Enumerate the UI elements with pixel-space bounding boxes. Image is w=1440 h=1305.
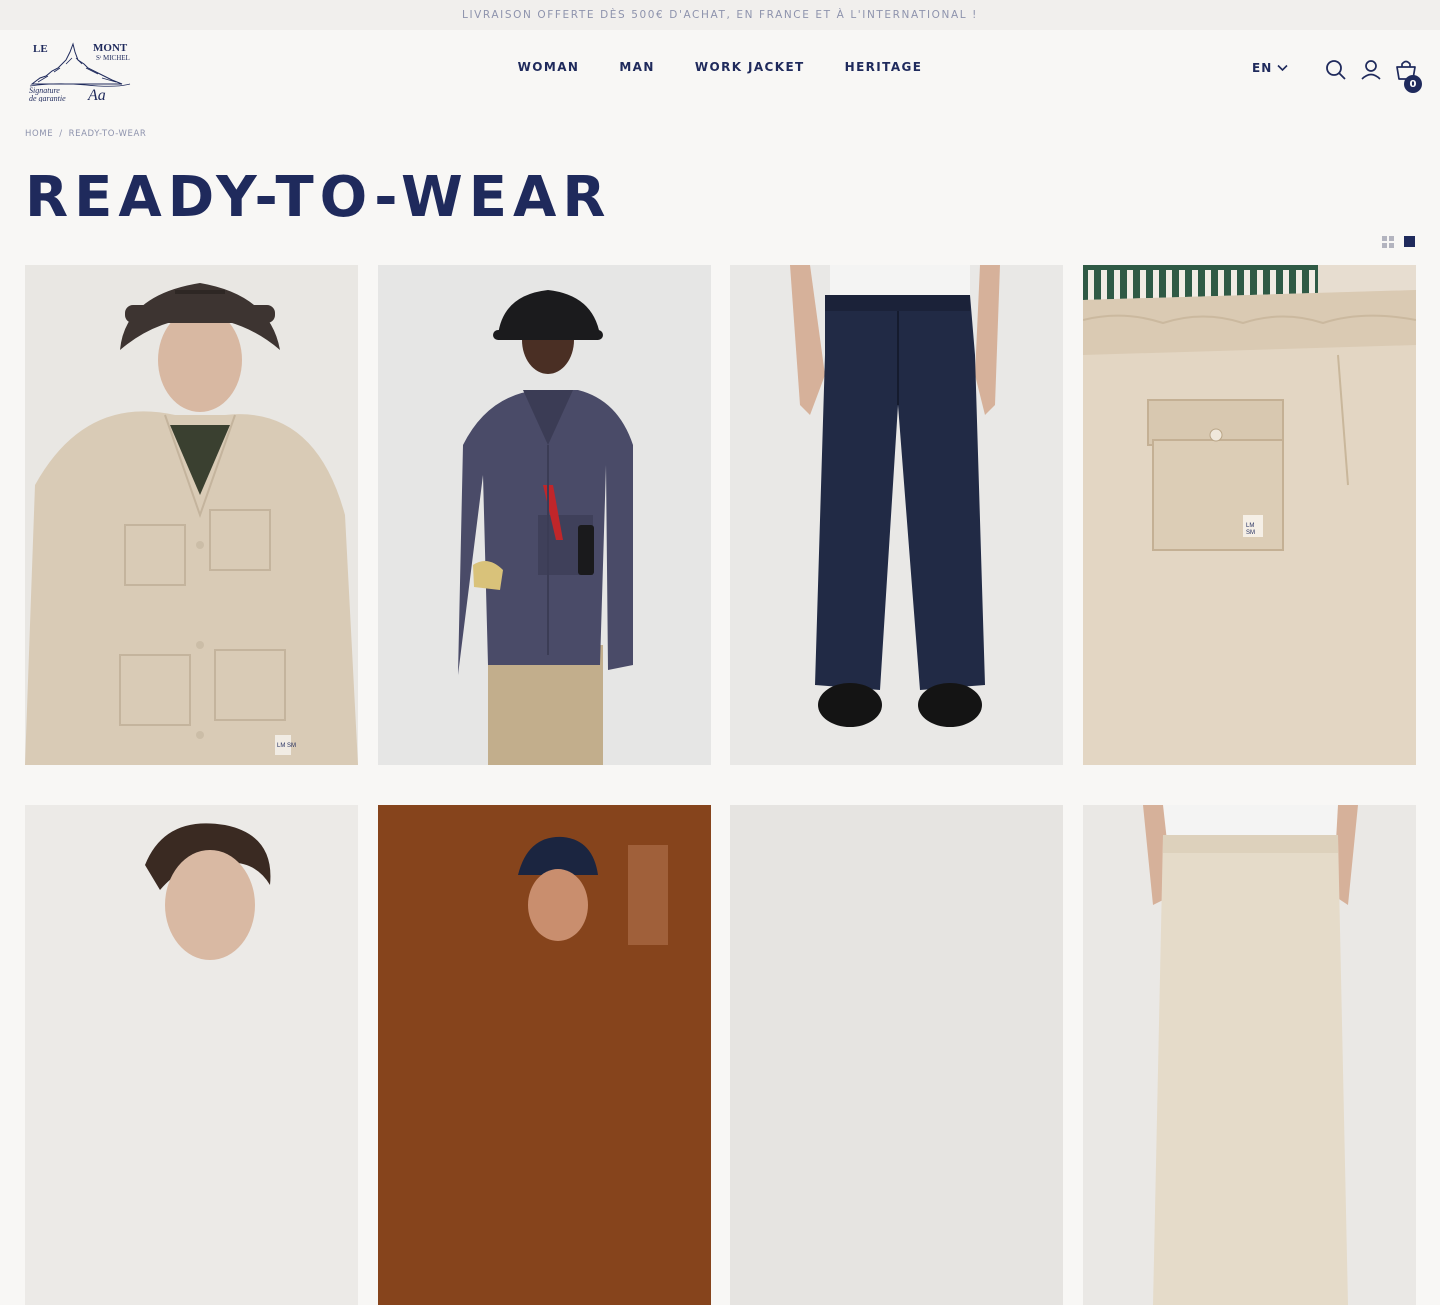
breadcrumb: HOME / READY-TO-WEAR (25, 129, 146, 139)
breadcrumb-separator: / (59, 129, 63, 139)
site-header: LE MONT Sᵗ MICHEL Signature de garantie … (0, 30, 1440, 110)
language-label: EN (1252, 61, 1273, 75)
grid-small-icon (1382, 236, 1394, 248)
svg-text:de garantie: de garantie (29, 94, 66, 102)
breadcrumb-home[interactable]: HOME (25, 129, 53, 139)
cart-count-badge: 0 (1404, 75, 1422, 93)
product-image (730, 805, 1063, 1305)
product-image: LM SM (1082, 265, 1416, 765)
grid-small-view-button[interactable] (1382, 233, 1394, 248)
product-card[interactable]: LM SM (25, 265, 358, 765)
chevron-down-icon (1277, 64, 1288, 72)
account-button[interactable] (1359, 58, 1383, 82)
product-card[interactable]: LM SM (1082, 265, 1416, 765)
product-image (25, 805, 358, 1305)
page-title: READY-TO-WEAR (25, 165, 612, 230)
product-image (377, 805, 711, 1305)
product-card[interactable] (1082, 805, 1416, 1305)
patch-label: LM SM (277, 743, 296, 749)
nav-item-work-jacket[interactable]: WORK JACKET (695, 60, 805, 74)
account-icon (1361, 60, 1381, 80)
main-nav: WOMAN MAN WORK JACKET HERITAGE (0, 60, 1440, 74)
logo-initials: Aa (87, 87, 106, 102)
product-image (1082, 805, 1416, 1305)
nav-item-man[interactable]: MAN (619, 60, 654, 74)
product-card[interactable] (25, 805, 358, 1305)
product-image (377, 265, 711, 765)
announcement-bar: LIVRAISON OFFERTE DÈS 500€ D'ACHAT, EN F… (0, 0, 1440, 30)
product-image: LM SM (25, 265, 358, 765)
logo-text-le: LE (33, 43, 48, 55)
nav-item-heritage[interactable]: HERITAGE (845, 60, 923, 74)
product-image (730, 265, 1063, 765)
svg-text:LM: LM (1246, 523, 1254, 529)
breadcrumb-current: READY-TO-WEAR (68, 129, 147, 139)
svg-text:SM: SM (1246, 530, 1255, 536)
logo-text-mont: MONT (93, 42, 128, 54)
product-card[interactable] (730, 265, 1063, 765)
announcement-text: LIVRAISON OFFERTE DÈS 500€ D'ACHAT, EN F… (462, 9, 978, 21)
product-card[interactable] (377, 805, 711, 1305)
search-button[interactable] (1324, 58, 1348, 82)
nav-item-woman[interactable]: WOMAN (518, 60, 580, 74)
language-selector[interactable]: EN (1252, 61, 1288, 75)
grid-large-view-button[interactable] (1404, 233, 1416, 247)
grid-large-icon (1404, 236, 1415, 247)
product-card[interactable] (730, 805, 1063, 1305)
search-icon (1326, 60, 1346, 80)
product-card[interactable] (377, 265, 711, 765)
product-grid: LM SM LM SM (25, 265, 1416, 1305)
